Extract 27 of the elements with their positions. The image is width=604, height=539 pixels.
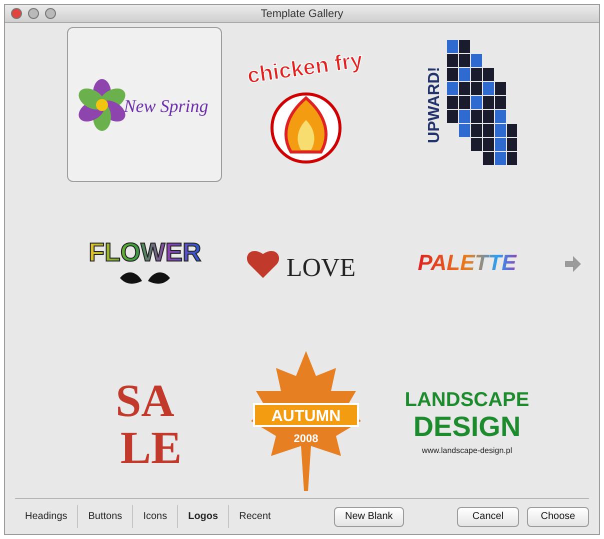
category-tab[interactable]: Recent [229, 505, 281, 528]
logo-text: AUTUMN [270, 408, 340, 425]
logo-text: LANDSCAPE [404, 388, 529, 411]
logo-text: PALETTE [417, 250, 516, 275]
logo-text: New Spring [123, 96, 208, 116]
template-tile[interactable]: SA LE [67, 343, 222, 498]
new-blank-button[interactable]: New Blank [334, 506, 404, 527]
logo-text: DESIGN [412, 410, 520, 442]
dialog-button[interactable]: Choose [527, 506, 589, 527]
logo-text: chicken fry [245, 46, 364, 88]
template-tile[interactable]: LANDSCAPE DESIGN www.landscape-design.pl [389, 343, 544, 498]
category-tab[interactable]: Headings [15, 505, 78, 528]
logo-text: FLOWER [88, 236, 201, 267]
template-tile[interactable]: UPWARD! [389, 27, 544, 182]
template-tile[interactable]: LOVE [228, 185, 383, 340]
logo-text: UPWARD! [426, 66, 442, 144]
dialog-button[interactable]: Cancel [457, 506, 519, 527]
logo-text: 2008 [293, 432, 318, 445]
logo-text: LOVE [286, 252, 356, 282]
category-tab[interactable]: Logos [178, 505, 230, 528]
category-tab[interactable]: Icons [133, 505, 178, 528]
category-tab[interactable]: Buttons [78, 505, 134, 528]
template-tile[interactable]: FLOWER [67, 185, 222, 340]
logo-text: www.landscape-design.pl [421, 446, 512, 455]
template-tile[interactable]: New Spring [67, 27, 222, 182]
template-tile[interactable]: chicken fry [228, 27, 383, 182]
window-title: Template Gallery [260, 8, 344, 20]
